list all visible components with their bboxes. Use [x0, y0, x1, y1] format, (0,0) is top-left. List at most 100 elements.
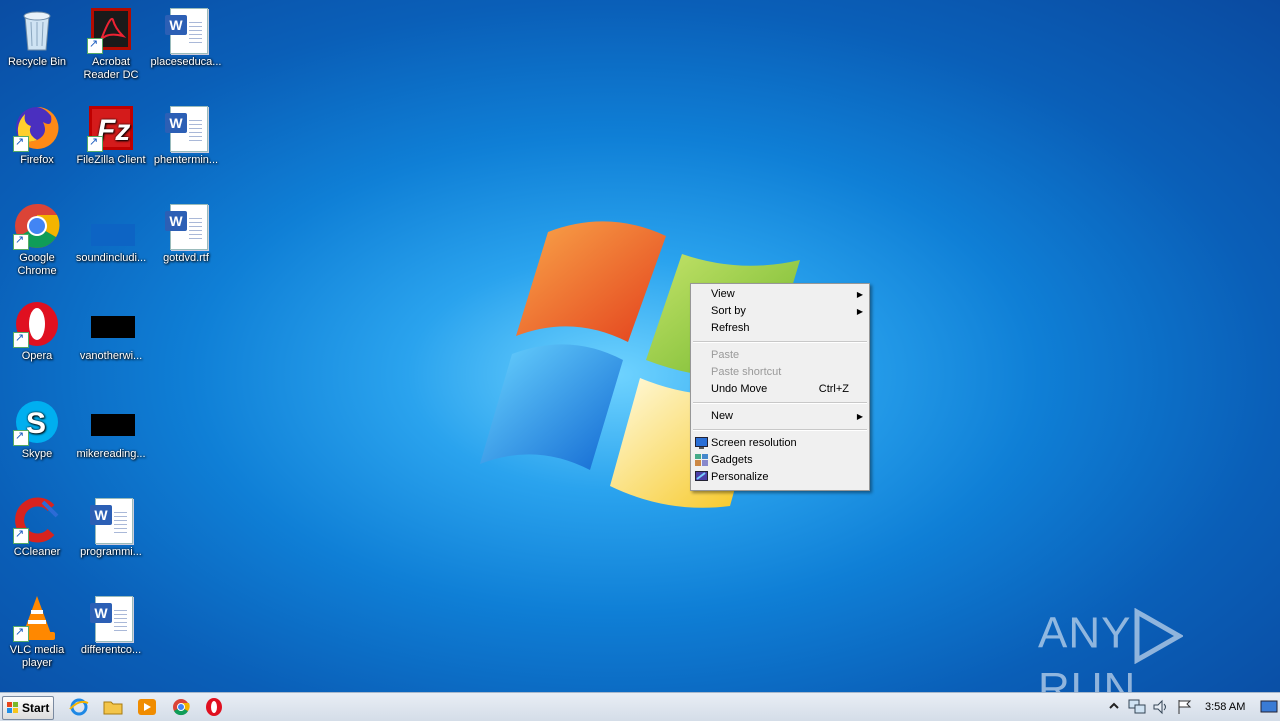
- submenu-arrow-icon: ▶: [856, 307, 863, 316]
- desktop-icon-label: Firefox: [20, 154, 54, 166]
- desktop-icon-phentermin[interactable]: W phentermin...: [149, 104, 223, 167]
- taskbar: Start 3:58 AM: [0, 692, 1280, 721]
- shortcut-arrow-icon: [87, 37, 103, 54]
- windows-flag-icon: [7, 702, 18, 713]
- gadgets-icon: [695, 454, 708, 466]
- skype-icon: S: [13, 398, 61, 446]
- menu-item-label: New: [711, 410, 734, 422]
- menu-item-view[interactable]: View ▶: [691, 286, 869, 303]
- watermark-text-left: ANY: [1038, 608, 1132, 658]
- word-document-icon: W: [162, 6, 210, 54]
- menu-item-sort-by[interactable]: Sort by ▶: [691, 303, 869, 320]
- desktop-icon-chrome[interactable]: Google Chrome: [0, 202, 74, 278]
- opera-icon: [13, 300, 61, 348]
- word-document-icon: W: [162, 104, 210, 152]
- desktop-icon-differentco[interactable]: W differentco...: [74, 594, 148, 657]
- file-explorer-icon[interactable]: [102, 697, 124, 717]
- action-center-flag-icon[interactable]: [1176, 699, 1194, 715]
- menu-item-label: View: [711, 288, 735, 300]
- desktop-icon-label: soundincludi...: [75, 252, 147, 264]
- desktop-context-menu: View ▶ Sort by ▶ Refresh Paste Paste short…: [690, 283, 870, 491]
- menu-item-label: Undo Move: [711, 383, 768, 395]
- taskbar-clock[interactable]: 3:58 AM: [1205, 693, 1245, 721]
- desktop-icon-label: mikereading...: [76, 448, 146, 460]
- desktop-icon-opera[interactable]: Opera: [0, 300, 74, 363]
- shortcut-arrow-icon: [13, 135, 29, 152]
- desktop-icon-label: Acrobat Reader DC: [83, 56, 139, 81]
- desktop-icon-programmi[interactable]: W programmi...: [74, 496, 148, 559]
- desktop-icon-skype[interactable]: S Skype: [0, 398, 74, 461]
- internet-explorer-icon[interactable]: [68, 697, 90, 717]
- desktop-icon-label: Opera: [21, 350, 53, 362]
- menu-item-label: Personalize: [711, 471, 769, 483]
- firefox-icon: [13, 104, 61, 152]
- submenu-arrow-icon: ▶: [856, 412, 863, 421]
- desktop-icon-label: Recycle Bin: [7, 56, 67, 68]
- chrome-icon: [13, 202, 61, 250]
- recycle-bin-icon: [13, 6, 61, 54]
- menu-item-paste-shortcut[interactable]: Paste shortcut: [691, 364, 869, 381]
- show-desktop-icon[interactable]: [1260, 699, 1278, 715]
- menu-item-undo-move[interactable]: Undo Move Ctrl+Z: [691, 381, 869, 398]
- chrome-taskbar-icon[interactable]: [170, 697, 192, 717]
- desktop-icon-vanotherwi[interactable]: vanotherwi...: [74, 300, 148, 363]
- word-document-icon: W: [87, 496, 135, 544]
- desktop-icon-acrobat[interactable]: Acrobat Reader DC: [74, 6, 148, 82]
- start-button[interactable]: Start: [2, 696, 54, 720]
- desktop-icon-label: placeseduca...: [150, 56, 222, 68]
- black-file-icon: [87, 398, 135, 446]
- word-document-icon: W: [162, 202, 210, 250]
- play-logo-icon: [1134, 608, 1184, 664]
- desktop-icon-firefox[interactable]: Firefox: [0, 104, 74, 167]
- shortcut-arrow-icon: [13, 429, 29, 446]
- menu-item-label: Refresh: [711, 322, 750, 334]
- desktop-icon-placeseduca[interactable]: W placeseduca...: [149, 6, 223, 69]
- desktop-icon-gotdvd[interactable]: W gotdvd.rtf: [149, 202, 223, 265]
- personalize-icon: [695, 471, 708, 481]
- blank-file-icon: [87, 202, 135, 250]
- shortcut-arrow-icon: [13, 625, 29, 642]
- vlc-icon: [13, 594, 61, 642]
- filezilla-icon: Fz: [87, 104, 135, 152]
- desktop-icon-filezilla[interactable]: Fz FileZilla Client: [74, 104, 148, 167]
- desktop-icon-ccleaner[interactable]: CCleaner: [0, 496, 74, 559]
- desktop-icon-label: phentermin...: [153, 154, 219, 166]
- start-label: Start: [22, 701, 50, 715]
- menu-item-paste[interactable]: Paste: [691, 347, 869, 364]
- menu-item-screen-resolution[interactable]: Screen resolution: [691, 435, 869, 452]
- menu-item-personalize[interactable]: Personalize: [691, 469, 869, 486]
- desktop-icon-soundincludi[interactable]: soundincludi...: [74, 202, 148, 265]
- shortcut-arrow-icon: [13, 233, 29, 250]
- menu-item-label: Paste: [711, 349, 740, 361]
- desktop-icon-recycle-bin[interactable]: Recycle Bin: [0, 6, 74, 69]
- show-hidden-icons-icon[interactable]: [1108, 700, 1120, 714]
- desktop-icon-label: Google Chrome: [17, 252, 57, 277]
- menu-item-shortcut: Ctrl+Z: [818, 383, 849, 395]
- menu-item-label: Sort by: [711, 305, 746, 317]
- svg-text:S: S: [26, 407, 46, 440]
- desktop-icon-mikereading[interactable]: mikereading...: [74, 398, 148, 461]
- menu-item-label: Gadgets: [711, 454, 753, 466]
- ccleaner-icon: [13, 496, 61, 544]
- menu-item-refresh[interactable]: Refresh: [691, 320, 869, 337]
- media-player-icon[interactable]: [136, 697, 158, 717]
- desktop-icon-label: FileZilla Client: [76, 154, 146, 166]
- desktop-icon-label: CCleaner: [13, 546, 61, 558]
- network-icon[interactable]: [1128, 699, 1146, 715]
- system-tray: [1104, 693, 1280, 721]
- menu-item-label: Paste shortcut: [711, 366, 782, 378]
- menu-item-new[interactable]: New ▶: [691, 408, 869, 425]
- acrobat-icon: [87, 6, 135, 54]
- volume-icon[interactable]: [1152, 699, 1170, 715]
- shortcut-arrow-icon: [13, 331, 29, 348]
- opera-taskbar-icon[interactable]: [203, 697, 225, 717]
- black-file-icon: [87, 300, 135, 348]
- menu-item-label: Screen resolution: [711, 437, 797, 449]
- menu-separator: [693, 341, 867, 343]
- desktop-icon-label: differentco...: [80, 644, 142, 656]
- menu-item-gadgets[interactable]: Gadgets: [691, 452, 869, 469]
- desktop-icon-label: VLC media player: [9, 644, 65, 669]
- desktop-icon-label: programmi...: [80, 546, 142, 558]
- desktop-icon-vlc[interactable]: VLC media player: [0, 594, 74, 670]
- desktop-icon-label: gotdvd.rtf: [163, 252, 209, 264]
